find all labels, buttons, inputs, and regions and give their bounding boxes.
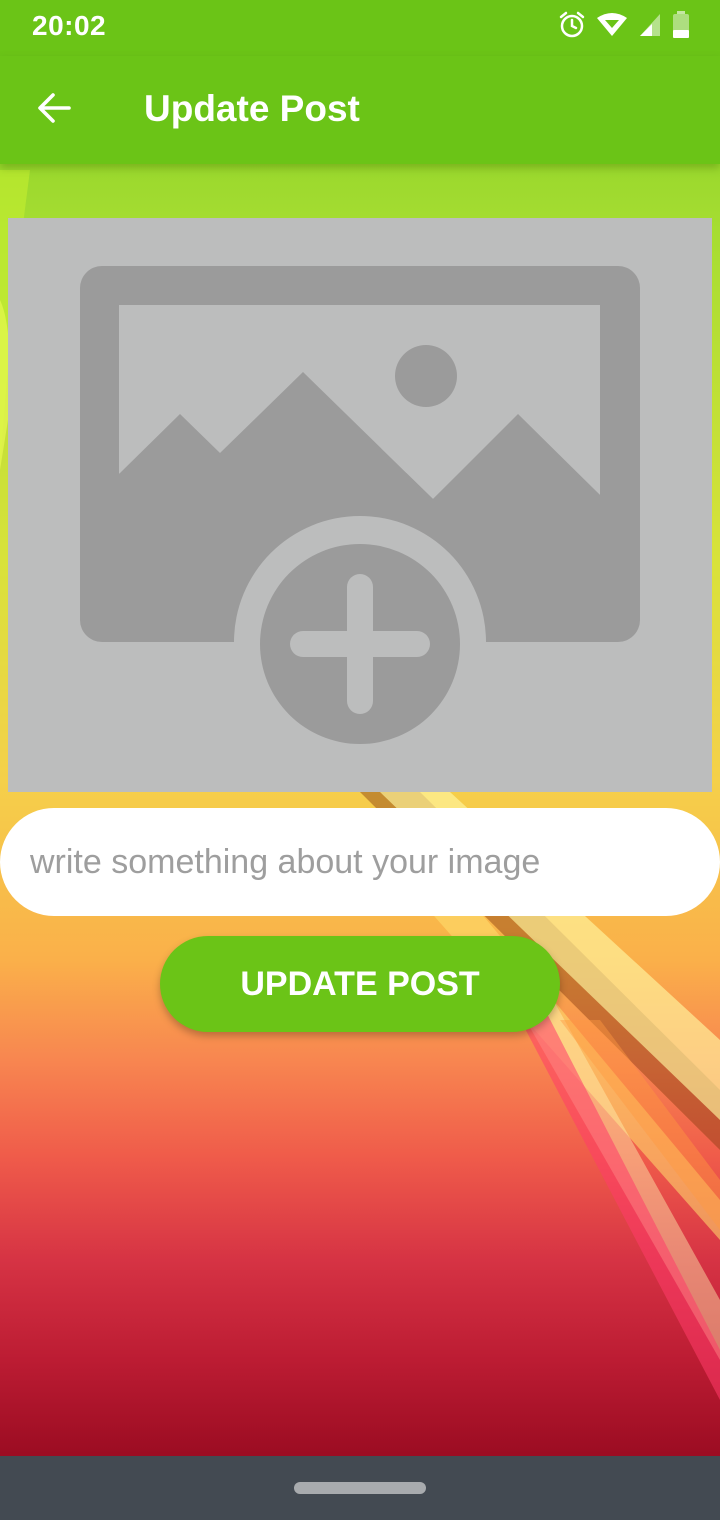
page-title: Update Post xyxy=(144,88,360,129)
app-bar: Update Post xyxy=(0,56,720,164)
home-indicator[interactable] xyxy=(294,1482,426,1494)
caption-input[interactable] xyxy=(0,808,720,916)
cell-signal-icon xyxy=(638,12,662,43)
status-time: 20:02 xyxy=(32,10,107,41)
status-icons xyxy=(558,10,690,44)
navigation-bar xyxy=(0,1456,720,1520)
back-button[interactable] xyxy=(24,80,84,140)
update-post-button[interactable]: UPDATE POST xyxy=(160,936,560,1032)
alarm-icon xyxy=(558,11,586,44)
arrow-left-icon xyxy=(36,90,72,131)
status-bar: 20:02 xyxy=(0,0,720,56)
image-picker[interactable] xyxy=(8,218,712,792)
wifi-icon xyxy=(596,12,628,43)
battery-icon xyxy=(672,10,690,44)
update-post-screen: 20:02 Update Post write something about … xyxy=(0,0,720,1520)
